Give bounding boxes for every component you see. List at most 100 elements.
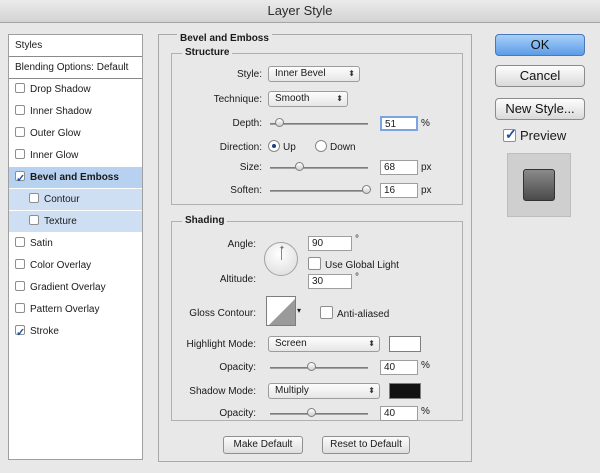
sidebar-item-bevel-and-emboss[interactable]: Bevel and Emboss	[9, 167, 142, 190]
shadow-color-swatch[interactable]	[389, 383, 421, 399]
anti-aliased-label: Anti-aliased	[337, 309, 390, 320]
altitude-input[interactable]: 30	[308, 274, 352, 289]
styles-sidebar: Styles Blending Options: Default Drop Sha…	[8, 34, 143, 460]
dropdown-arrow-icon: ⬍	[368, 386, 375, 395]
sidebar-item-satin[interactable]: Satin	[9, 233, 142, 255]
direction-down-radio[interactable]: Down	[315, 140, 356, 153]
shadow-opacity-input[interactable]: 40	[380, 406, 418, 421]
altitude-unit: °	[355, 272, 359, 283]
sidebar-header[interactable]: Styles	[9, 35, 142, 57]
checkbox-icon[interactable]	[15, 105, 25, 115]
depth-input[interactable]: 51	[380, 116, 418, 131]
window-title: Layer Style	[0, 0, 600, 23]
highlight-mode-label: Highlight Mode:	[186, 339, 256, 350]
direction-up-radio[interactable]: Up	[268, 140, 296, 153]
preview-thumbnail	[523, 169, 555, 201]
sidebar-item-label: Contour	[44, 194, 80, 205]
checkbox-checked-icon	[503, 126, 517, 143]
direction-down-label: Down	[330, 142, 356, 153]
depth-slider-thumb[interactable]	[274, 118, 284, 127]
ok-button[interactable]: OK	[495, 34, 585, 56]
shadow-opacity-thumb[interactable]	[306, 408, 316, 417]
sidebar-item-color-overlay[interactable]: Color Overlay	[9, 255, 142, 277]
sidebar-item-label: Bevel and Emboss	[30, 172, 119, 183]
checkbox-checked-icon[interactable]	[15, 322, 25, 344]
highlight-opacity-label: Opacity:	[219, 362, 256, 373]
layer-style-dialog: Styles Blending Options: Default Drop Sha…	[0, 23, 600, 473]
style-select[interactable]: Inner Bevel ⬍	[268, 66, 360, 82]
depth-unit: %	[421, 118, 430, 129]
checkbox-icon[interactable]	[15, 281, 25, 291]
technique-select[interactable]: Smooth ⬍	[268, 91, 348, 107]
sidebar-item-label: Outer Glow	[30, 128, 81, 139]
shadow-opacity-track[interactable]	[270, 413, 368, 415]
bevel-emboss-panel: Bevel and Emboss Structure Style: Inner …	[158, 33, 472, 462]
soften-slider-thumb[interactable]	[362, 185, 371, 194]
angle-label: Angle:	[227, 239, 256, 250]
highlight-opacity-thumb[interactable]	[306, 362, 316, 371]
gloss-contour-picker[interactable]	[266, 296, 296, 326]
reset-default-button[interactable]: Reset to Default	[322, 436, 410, 454]
soften-input[interactable]: 16	[380, 183, 418, 198]
direction-up-label: Up	[283, 142, 296, 153]
highlight-mode-select[interactable]: Screen ⬍	[268, 336, 380, 352]
global-light-checkbox[interactable]: Use Global Light	[308, 257, 399, 271]
size-slider-thumb[interactable]	[294, 162, 304, 171]
soften-slider-track[interactable]	[270, 190, 368, 192]
sidebar-item-label: Blending Options: Default	[15, 62, 129, 73]
size-input[interactable]: 68	[380, 160, 418, 175]
checkbox-icon[interactable]	[15, 259, 25, 269]
contour-curve-icon	[269, 299, 295, 325]
style-label: Style:	[236, 69, 262, 80]
sidebar-item-blending-options-default[interactable]: Blending Options: Default	[9, 57, 142, 79]
shadow-mode-select[interactable]: Multiply ⬍	[268, 383, 380, 399]
make-default-button[interactable]: Make Default	[223, 436, 303, 454]
sidebar-item-texture[interactable]: Texture	[9, 211, 142, 233]
contour-dropdown-icon[interactable]: ▾	[297, 306, 301, 315]
sidebar-item-stroke[interactable]: Stroke	[9, 321, 142, 344]
structure-group: Structure Style: Inner Bevel ⬍ Technique:…	[171, 47, 463, 205]
checkbox-icon[interactable]	[29, 215, 39, 225]
light-source-icon: ✦	[279, 245, 285, 252]
checkbox-icon[interactable]	[15, 83, 25, 93]
global-light-label: Use Global Light	[325, 260, 399, 271]
shadow-mode-label: Shadow Mode:	[189, 386, 256, 397]
highlight-color-swatch[interactable]	[389, 336, 421, 352]
sidebar-item-drop-shadow[interactable]: Drop Shadow	[9, 79, 142, 101]
checkbox-icon[interactable]	[29, 193, 39, 203]
shading-title: Shading	[182, 215, 228, 226]
sidebar-item-contour[interactable]: Contour	[9, 189, 142, 211]
checkbox-icon[interactable]	[15, 127, 25, 137]
angle-unit: °	[355, 234, 359, 245]
direction-label: Direction:	[219, 142, 262, 153]
depth-slider-track[interactable]	[270, 123, 368, 125]
style-preview-box	[507, 153, 571, 217]
dropdown-arrow-icon: ⬍	[336, 94, 343, 103]
shadow-opacity-unit: %	[421, 406, 430, 417]
angle-dial[interactable]: ✦	[264, 242, 298, 276]
sidebar-item-inner-shadow[interactable]: Inner Shadow	[9, 101, 142, 123]
sidebar-item-label: Pattern Overlay	[30, 304, 100, 315]
checkbox-icon[interactable]	[15, 303, 25, 313]
panel-title: Bevel and Emboss	[177, 33, 272, 44]
angle-input[interactable]: 90	[308, 236, 352, 251]
anti-aliased-checkbox[interactable]: Anti-aliased	[320, 306, 389, 320]
sidebar-item-gradient-overlay[interactable]: Gradient Overlay	[9, 277, 142, 299]
checkbox-icon[interactable]	[15, 149, 25, 159]
size-slider-track[interactable]	[270, 167, 368, 169]
sidebar-item-outer-glow[interactable]: Outer Glow	[9, 123, 142, 145]
checkbox-icon[interactable]	[15, 237, 25, 247]
sidebar-item-inner-glow[interactable]: Inner Glow	[9, 145, 142, 167]
highlight-opacity-input[interactable]: 40	[380, 360, 418, 375]
sidebar-item-label: Color Overlay	[30, 260, 92, 271]
sidebar-item-label: Inner Shadow	[30, 106, 92, 117]
size-unit: px	[421, 162, 432, 173]
shading-group: Shading Angle: ✦ 90 ° Use Global Light A…	[171, 215, 463, 421]
preview-checkbox[interactable]: Preview	[503, 126, 566, 143]
cancel-button[interactable]: Cancel	[495, 65, 585, 87]
sidebar-item-pattern-overlay[interactable]: Pattern Overlay	[9, 299, 142, 321]
checkbox-checked-icon[interactable]	[15, 168, 25, 190]
highlight-opacity-track[interactable]	[270, 367, 368, 369]
new-style-button[interactable]: New Style...	[495, 98, 585, 120]
radio-icon	[315, 140, 327, 152]
